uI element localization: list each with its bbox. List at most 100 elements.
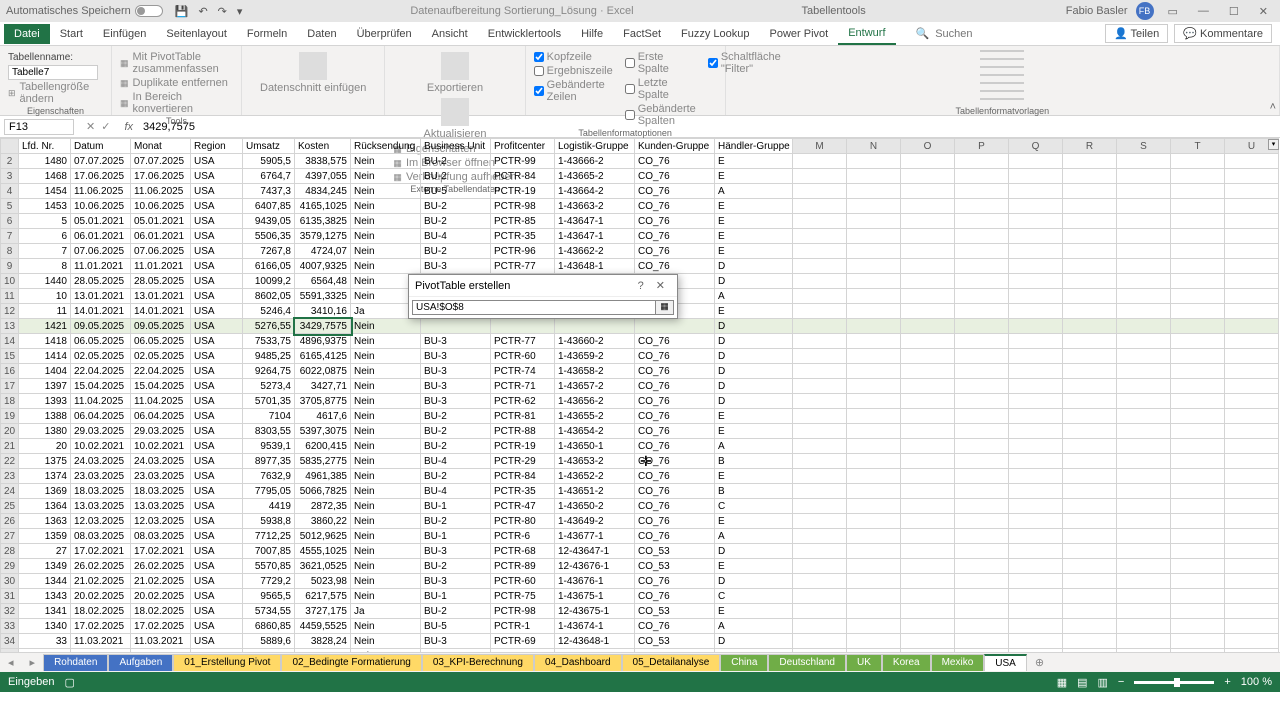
row-header[interactable]: 21 [1,439,19,454]
cell[interactable]: CO_76 [635,574,715,589]
cell[interactable]: BU-3 [421,544,491,559]
cell[interactable] [1009,214,1063,229]
cell[interactable] [901,259,955,274]
cell[interactable] [793,154,847,169]
cell[interactable] [901,649,955,653]
cell[interactable] [955,379,1009,394]
cell[interactable]: PCTR-80 [491,514,555,529]
cell[interactable] [1225,439,1279,454]
cell[interactable] [1171,289,1225,304]
cell[interactable]: 1-43656-2 [555,394,635,409]
row-header[interactable]: 13 [1,319,19,334]
dialog-collapse-icon[interactable]: ▦ [656,300,674,315]
cell[interactable]: 6217,575 [295,589,351,604]
cell[interactable]: USA [191,589,243,604]
table-style-4[interactable] [980,74,1024,76]
cell[interactable]: BU-2 [421,214,491,229]
cell[interactable]: 3042,78 [295,649,351,653]
cell[interactable]: 18.02.2025 [71,604,131,619]
cell[interactable]: BU-2 [421,244,491,259]
cell[interactable] [955,364,1009,379]
cell[interactable]: 11.04.2025 [71,394,131,409]
cell[interactable]: 5397,3075 [295,424,351,439]
cell[interactable]: 1364 [19,499,71,514]
cell[interactable]: Nein [351,319,421,334]
cell[interactable]: 1343 [19,589,71,604]
cell[interactable]: 3705,8775 [295,394,351,409]
cell[interactable] [847,649,901,653]
cell[interactable]: USA [191,199,243,214]
cell[interactable]: 1380 [19,424,71,439]
cell[interactable]: BU-3 [421,634,491,649]
cell[interactable]: 12-43648-1 [555,634,635,649]
cell[interactable]: BU-2 [421,439,491,454]
col-header[interactable]: Umsatz▾ [243,139,295,154]
cell[interactable]: 6165,4125 [295,349,351,364]
cell[interactable]: 18.03.2025 [131,484,191,499]
cell[interactable]: Nein [351,499,421,514]
row-header[interactable]: 11 [1,289,19,304]
cell[interactable]: CO_76 [635,214,715,229]
cell[interactable] [421,319,491,334]
cell[interactable]: 7729,2 [243,574,295,589]
cell[interactable]: 15.04.2025 [71,379,131,394]
cell[interactable] [1225,154,1279,169]
cell[interactable]: 10099,2 [243,274,295,289]
cell[interactable]: USA [191,544,243,559]
cell[interactable]: 08.03.2025 [71,529,131,544]
cell[interactable] [1117,484,1171,499]
cell[interactable]: CO_76 [635,484,715,499]
tab-start[interactable]: Start [50,24,93,44]
cell[interactable]: 2872,35 [295,499,351,514]
cell[interactable] [1171,349,1225,364]
cell[interactable]: 1-43677-1 [555,529,635,544]
cell[interactable]: BU-2 [421,199,491,214]
cell[interactable] [793,619,847,634]
cell[interactable]: USA [191,424,243,439]
cell[interactable] [1063,574,1117,589]
cell[interactable] [955,469,1009,484]
cell[interactable]: 6135,3825 [295,214,351,229]
cell[interactable] [1225,199,1279,214]
cell[interactable] [955,304,1009,319]
cell[interactable]: 7712,25 [243,529,295,544]
row-header[interactable]: 6 [1,214,19,229]
cell[interactable] [847,169,901,184]
cell[interactable] [847,604,901,619]
cell[interactable]: USA [191,484,243,499]
cell[interactable]: Nein [351,514,421,529]
cell[interactable] [901,289,955,304]
cell[interactable]: 1453 [19,199,71,214]
row-header[interactable]: 12 [1,304,19,319]
cell[interactable]: 11.04.2025 [131,394,191,409]
cell[interactable] [793,379,847,394]
cell[interactable] [1063,649,1117,653]
cell[interactable]: 07.07.2025 [71,154,131,169]
cell[interactable] [901,559,955,574]
cell[interactable]: 06.05.2025 [131,334,191,349]
cell[interactable]: Nein [351,544,421,559]
cell[interactable]: A [715,184,793,199]
cell[interactable] [901,514,955,529]
cell[interactable]: 4459,5525 [295,619,351,634]
cell[interactable]: 1-43655-2 [555,409,635,424]
cell[interactable]: 1-43658-2 [555,364,635,379]
cell[interactable]: 6200,415 [295,439,351,454]
cell[interactable] [955,424,1009,439]
cell[interactable] [1171,649,1225,653]
cell[interactable] [793,484,847,499]
name-box[interactable] [4,119,74,135]
cell[interactable]: 29.03.2025 [131,424,191,439]
cell[interactable] [491,319,555,334]
cell[interactable]: 7104 [243,409,295,424]
tab-insert[interactable]: Einfügen [93,24,156,44]
row-header[interactable]: 25 [1,499,19,514]
cell[interactable]: PCTR-85 [491,214,555,229]
cell[interactable] [1063,184,1117,199]
cell[interactable]: USA [191,634,243,649]
cell[interactable]: BU-4 [421,484,491,499]
cell[interactable] [901,439,955,454]
sheet-tab[interactable]: 04_Dashboard [534,654,622,671]
row-header[interactable]: 35 [1,649,19,653]
cell[interactable] [1009,589,1063,604]
